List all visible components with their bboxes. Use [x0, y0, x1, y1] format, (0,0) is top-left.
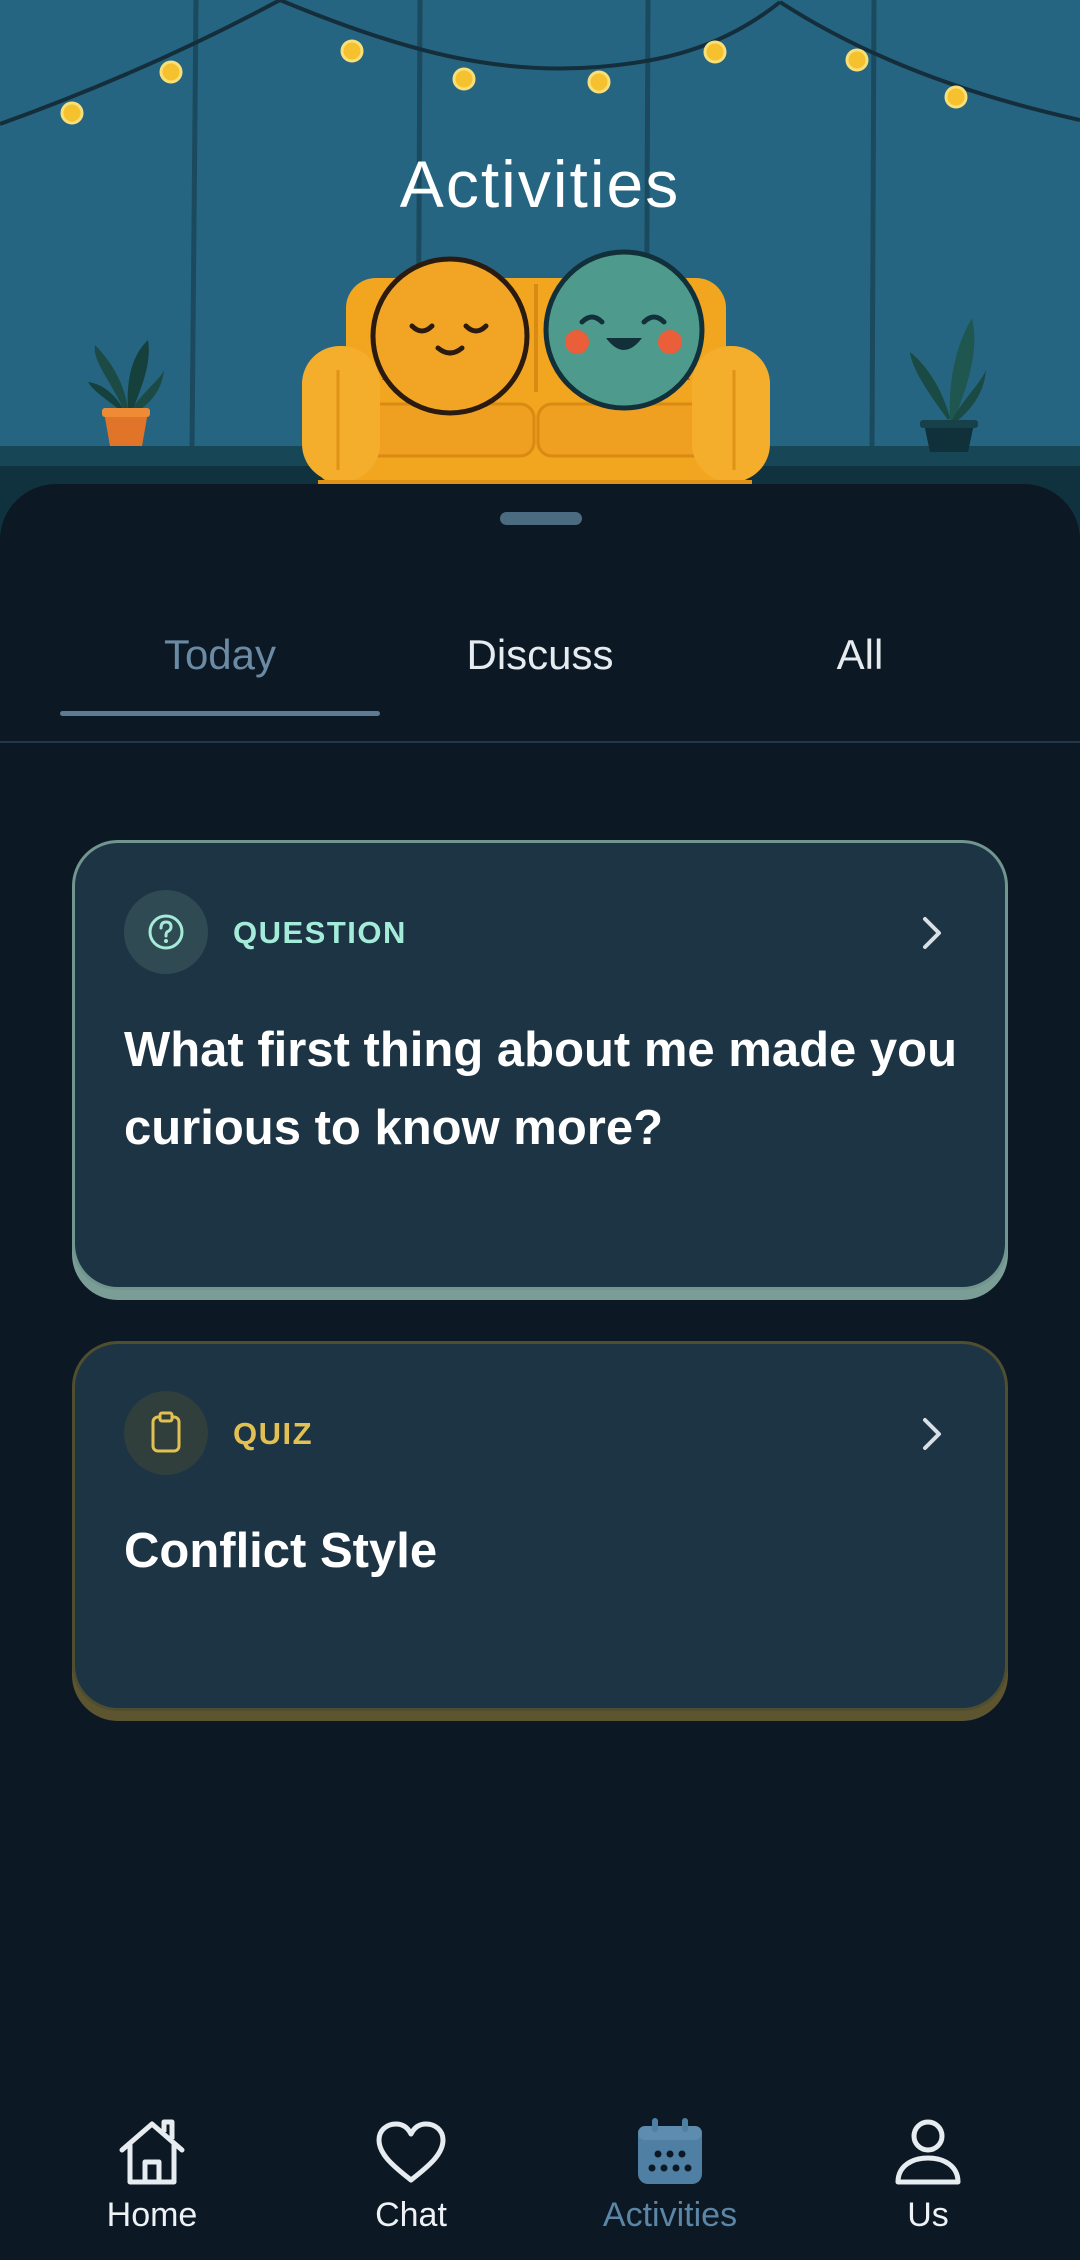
tabs-divider	[0, 741, 1080, 743]
header-illustration: Activities	[0, 0, 1080, 540]
nav-us[interactable]: Us	[798, 2100, 1058, 2260]
chevron-right-icon	[923, 1418, 941, 1450]
active-tab-indicator	[60, 711, 380, 716]
nav-label: Activities	[602, 2196, 738, 2234]
drag-handle[interactable]	[500, 512, 582, 525]
card-title: Conflict Style	[124, 1524, 438, 1578]
calendar-icon	[638, 2118, 702, 2184]
tab-discuss[interactable]: Discuss	[380, 584, 700, 726]
nav-label: Us	[907, 2196, 949, 2234]
question-circle-icon	[124, 890, 208, 974]
page-title: Activities	[399, 147, 681, 221]
question-card[interactable]: QUESTION What first thing about me made …	[72, 840, 1008, 1290]
home-icon	[119, 2119, 185, 2185]
nav-activities[interactable]: Activities	[540, 2100, 800, 2260]
heart-icon	[376, 2121, 446, 2183]
card-title: What first thing about me made you curio…	[124, 1023, 958, 1155]
card-category-label: QUIZ	[233, 1416, 314, 1451]
nav-home[interactable]: Home	[22, 2100, 282, 2260]
person-icon	[895, 2119, 961, 2185]
clipboard-icon	[124, 1391, 208, 1475]
chevron-right-icon	[923, 917, 941, 949]
nav-chat[interactable]: Chat	[281, 2100, 541, 2260]
quiz-card[interactable]: QUIZ Conflict Style	[72, 1341, 1008, 1711]
couch-scene-illustration	[0, 0, 1080, 540]
tab-bar: Today Discuss All	[0, 584, 1080, 726]
nav-label: Chat	[375, 2196, 447, 2234]
bottom-navigation: Home Chat Activities Us	[0, 2100, 1080, 2260]
tab-today[interactable]: Today	[60, 584, 380, 726]
nav-label: Home	[106, 2196, 198, 2234]
card-category-label: QUESTION	[233, 915, 407, 950]
tab-all[interactable]: All	[700, 584, 1020, 726]
